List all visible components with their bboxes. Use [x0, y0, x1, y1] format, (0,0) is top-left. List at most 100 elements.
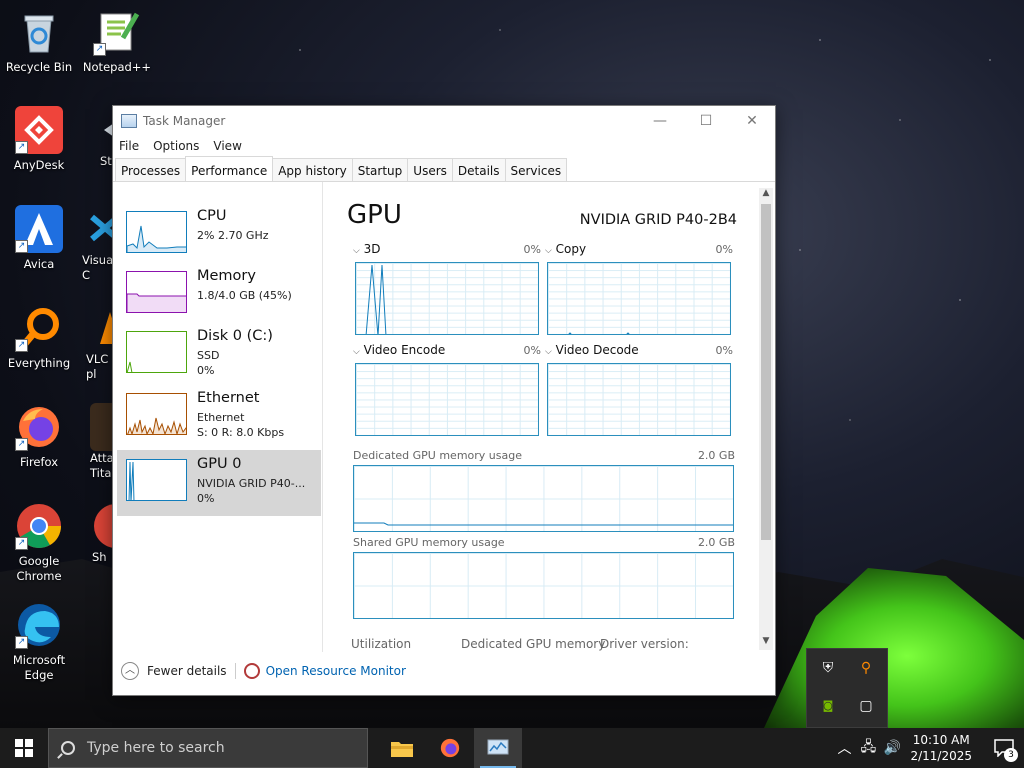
security-shield-icon[interactable]: ⛨: [819, 659, 837, 677]
start-button[interactable]: [0, 728, 48, 768]
shortcut-arrow-icon: ↗: [15, 141, 28, 154]
scroll-up-icon[interactable]: ▲: [759, 188, 773, 202]
chevron-up-icon[interactable]: ︿: [832, 738, 856, 758]
menu-file[interactable]: File: [119, 139, 139, 153]
graph-3d: [355, 262, 539, 335]
divider: [234, 663, 236, 679]
clock-date: 2/11/2025: [910, 749, 972, 763]
window-title: Task Manager: [143, 114, 226, 128]
search-icon: [61, 741, 75, 755]
desktop-icon-google-chrome[interactable]: ↗ Google Chrome: [2, 502, 76, 584]
chevron-down-icon: ⌵: [545, 347, 552, 357]
shared-memory-label: Shared GPU memory usage: [353, 536, 505, 549]
sidebar-item-detail: 0%: [197, 364, 215, 377]
graph-percent: 0%: [523, 243, 541, 256]
sidebar-item-cpu[interactable]: CPU 2% 2.70 GHz: [117, 202, 321, 268]
firefox-icon: [440, 738, 460, 758]
tab-performance[interactable]: Performance: [185, 156, 274, 181]
sidebar-item-disk[interactable]: Disk 0 (C:) SSD 0%: [117, 322, 321, 388]
sidebar-item-name: CPU: [197, 208, 227, 224]
desktop-icon-label: Recycle Bin: [5, 60, 73, 74]
desktop-icon-attack-titan[interactable]: Atta Tita: [80, 403, 114, 481]
sidebar-item-ethernet[interactable]: Ethernet Ethernet S: 0 R: 8.0 Kbps: [117, 384, 321, 450]
desktop-icon-recycle-bin[interactable]: Recycle Bin: [2, 8, 76, 75]
desktop-icon-label: Atta Tita: [90, 451, 114, 480]
desktop-icon-sh[interactable]: Sh: [80, 502, 114, 565]
graph-percent: 0%: [715, 243, 733, 256]
graph-label: Copy: [555, 242, 587, 256]
desktop-icon-label: VLC pl: [86, 352, 109, 381]
disk-mini-graph: [126, 331, 187, 373]
notification-center-button[interactable]: 3: [984, 728, 1024, 768]
sidebar-item-detail: NVIDIA GRID P40-...: [197, 477, 306, 490]
sidebar-item-name: Ethernet: [197, 390, 260, 406]
desktop-icon-st[interactable]: St: [80, 106, 114, 169]
taskbar-app-task-manager[interactable]: [474, 728, 522, 768]
shortcut-arrow-icon: ↗: [15, 240, 28, 253]
graph-selector-3d[interactable]: ⌵ 3D: [353, 242, 381, 256]
folder-icon: [391, 742, 413, 757]
close-button[interactable]: ✕: [729, 106, 775, 136]
resource-monitor-icon: [243, 663, 260, 679]
search-placeholder: Type here to search: [87, 740, 225, 756]
everything-search-icon[interactable]: ⚲: [857, 659, 875, 677]
windows-logo-icon: [15, 739, 33, 757]
volume-icon[interactable]: 🔊: [880, 740, 904, 756]
tab-startup[interactable]: Startup: [351, 158, 409, 181]
edge-icon: ↗: [15, 601, 63, 649]
task-manager-window: Task Manager — ☐ ✕ File Options View Pro…: [112, 105, 776, 696]
maximize-button[interactable]: ☐: [683, 106, 729, 136]
chevron-down-icon: ⌵: [353, 246, 360, 256]
graph-video-decode: [547, 363, 731, 436]
desktop-icon-firefox[interactable]: ↗ Firefox: [2, 403, 76, 470]
tab-users[interactable]: Users: [407, 158, 453, 181]
dedicated-memory-max: 2.0 GB: [697, 449, 735, 462]
menu-options[interactable]: Options: [153, 139, 199, 153]
scroll-thumb[interactable]: [761, 204, 771, 540]
notepad-plus-plus-icon: ↗: [93, 8, 141, 56]
sidebar-item-detail: S: 0 R: 8.0 Kbps: [197, 426, 285, 439]
taskbar-app-file-explorer[interactable]: [378, 728, 426, 768]
fewer-details-button[interactable]: ︿ Fewer details: [121, 662, 227, 680]
minimize-button[interactable]: —: [637, 106, 683, 136]
task-manager-icon: [121, 114, 137, 128]
avica-icon: ↗: [15, 205, 63, 253]
desktop-icon-avica[interactable]: ↗ Avica: [2, 205, 76, 272]
desktop-icon-notepad-plus-plus[interactable]: ↗ Notepad++: [80, 8, 154, 75]
tab-app-history[interactable]: App history: [272, 158, 353, 181]
desktop-icon-label: AnyDesk: [13, 158, 65, 172]
taskbar-app-firefox[interactable]: [426, 728, 474, 768]
desktop-icon-label: Avica: [23, 257, 55, 271]
sidebar-item-gpu[interactable]: GPU 0 NVIDIA GRID P40-... 0%: [117, 450, 321, 516]
desktop-icon-vlc[interactable]: VLC pl: [80, 304, 114, 382]
firefox-icon: ↗: [15, 403, 63, 451]
tab-processes[interactable]: Processes: [115, 158, 187, 181]
title-bar[interactable]: Task Manager — ☐ ✕: [113, 106, 775, 136]
graph-label: 3D: [363, 242, 381, 256]
desktop-icon-microsoft-edge[interactable]: ↗ Microsoft Edge: [2, 601, 76, 683]
taskbar-search-box[interactable]: Type here to search: [48, 728, 368, 768]
chevron-up-icon: ︿: [121, 662, 139, 680]
graph-selector-copy[interactable]: ⌵ Copy: [545, 242, 586, 256]
vertical-scrollbar[interactable]: ▲ ▼: [759, 188, 773, 650]
graph-selector-video-encode[interactable]: ⌵ Video Encode: [353, 343, 445, 357]
network-icon[interactable]: 🖧: [856, 736, 880, 760]
chrome-icon: ↗: [15, 502, 63, 550]
open-resource-monitor-link[interactable]: Open Resource Monitor: [243, 663, 406, 679]
desktop-icon-visual-c[interactable]: Visua C: [80, 205, 114, 283]
menu-view[interactable]: View: [213, 139, 241, 153]
sidebar-item-name: GPU 0: [197, 456, 242, 472]
desktop-icon-anydesk[interactable]: ↗ AnyDesk: [2, 106, 76, 173]
graph-selector-video-decode[interactable]: ⌵ Video Decode: [545, 343, 639, 357]
desktop-icon-label: Google Chrome: [16, 554, 62, 583]
desktop-icon-everything[interactable]: ↗ Everything: [2, 304, 76, 371]
sidebar-item-memory[interactable]: Memory 1.8/4.0 GB (45%): [117, 262, 321, 328]
shortcut-arrow-icon: ↗: [15, 438, 28, 451]
tab-details[interactable]: Details: [451, 158, 506, 181]
clock[interactable]: 10:10 AM 2/11/2025: [910, 732, 972, 764]
nvidia-icon[interactable]: ◙: [819, 697, 837, 715]
ethernet-mini-graph: [126, 393, 187, 435]
window-tray-icon[interactable]: ▢: [857, 697, 875, 715]
tab-services[interactable]: Services: [504, 158, 568, 181]
performance-sidebar: CPU 2% 2.70 GHz Memory 1.8/4.0 GB (45%) …: [113, 182, 323, 652]
